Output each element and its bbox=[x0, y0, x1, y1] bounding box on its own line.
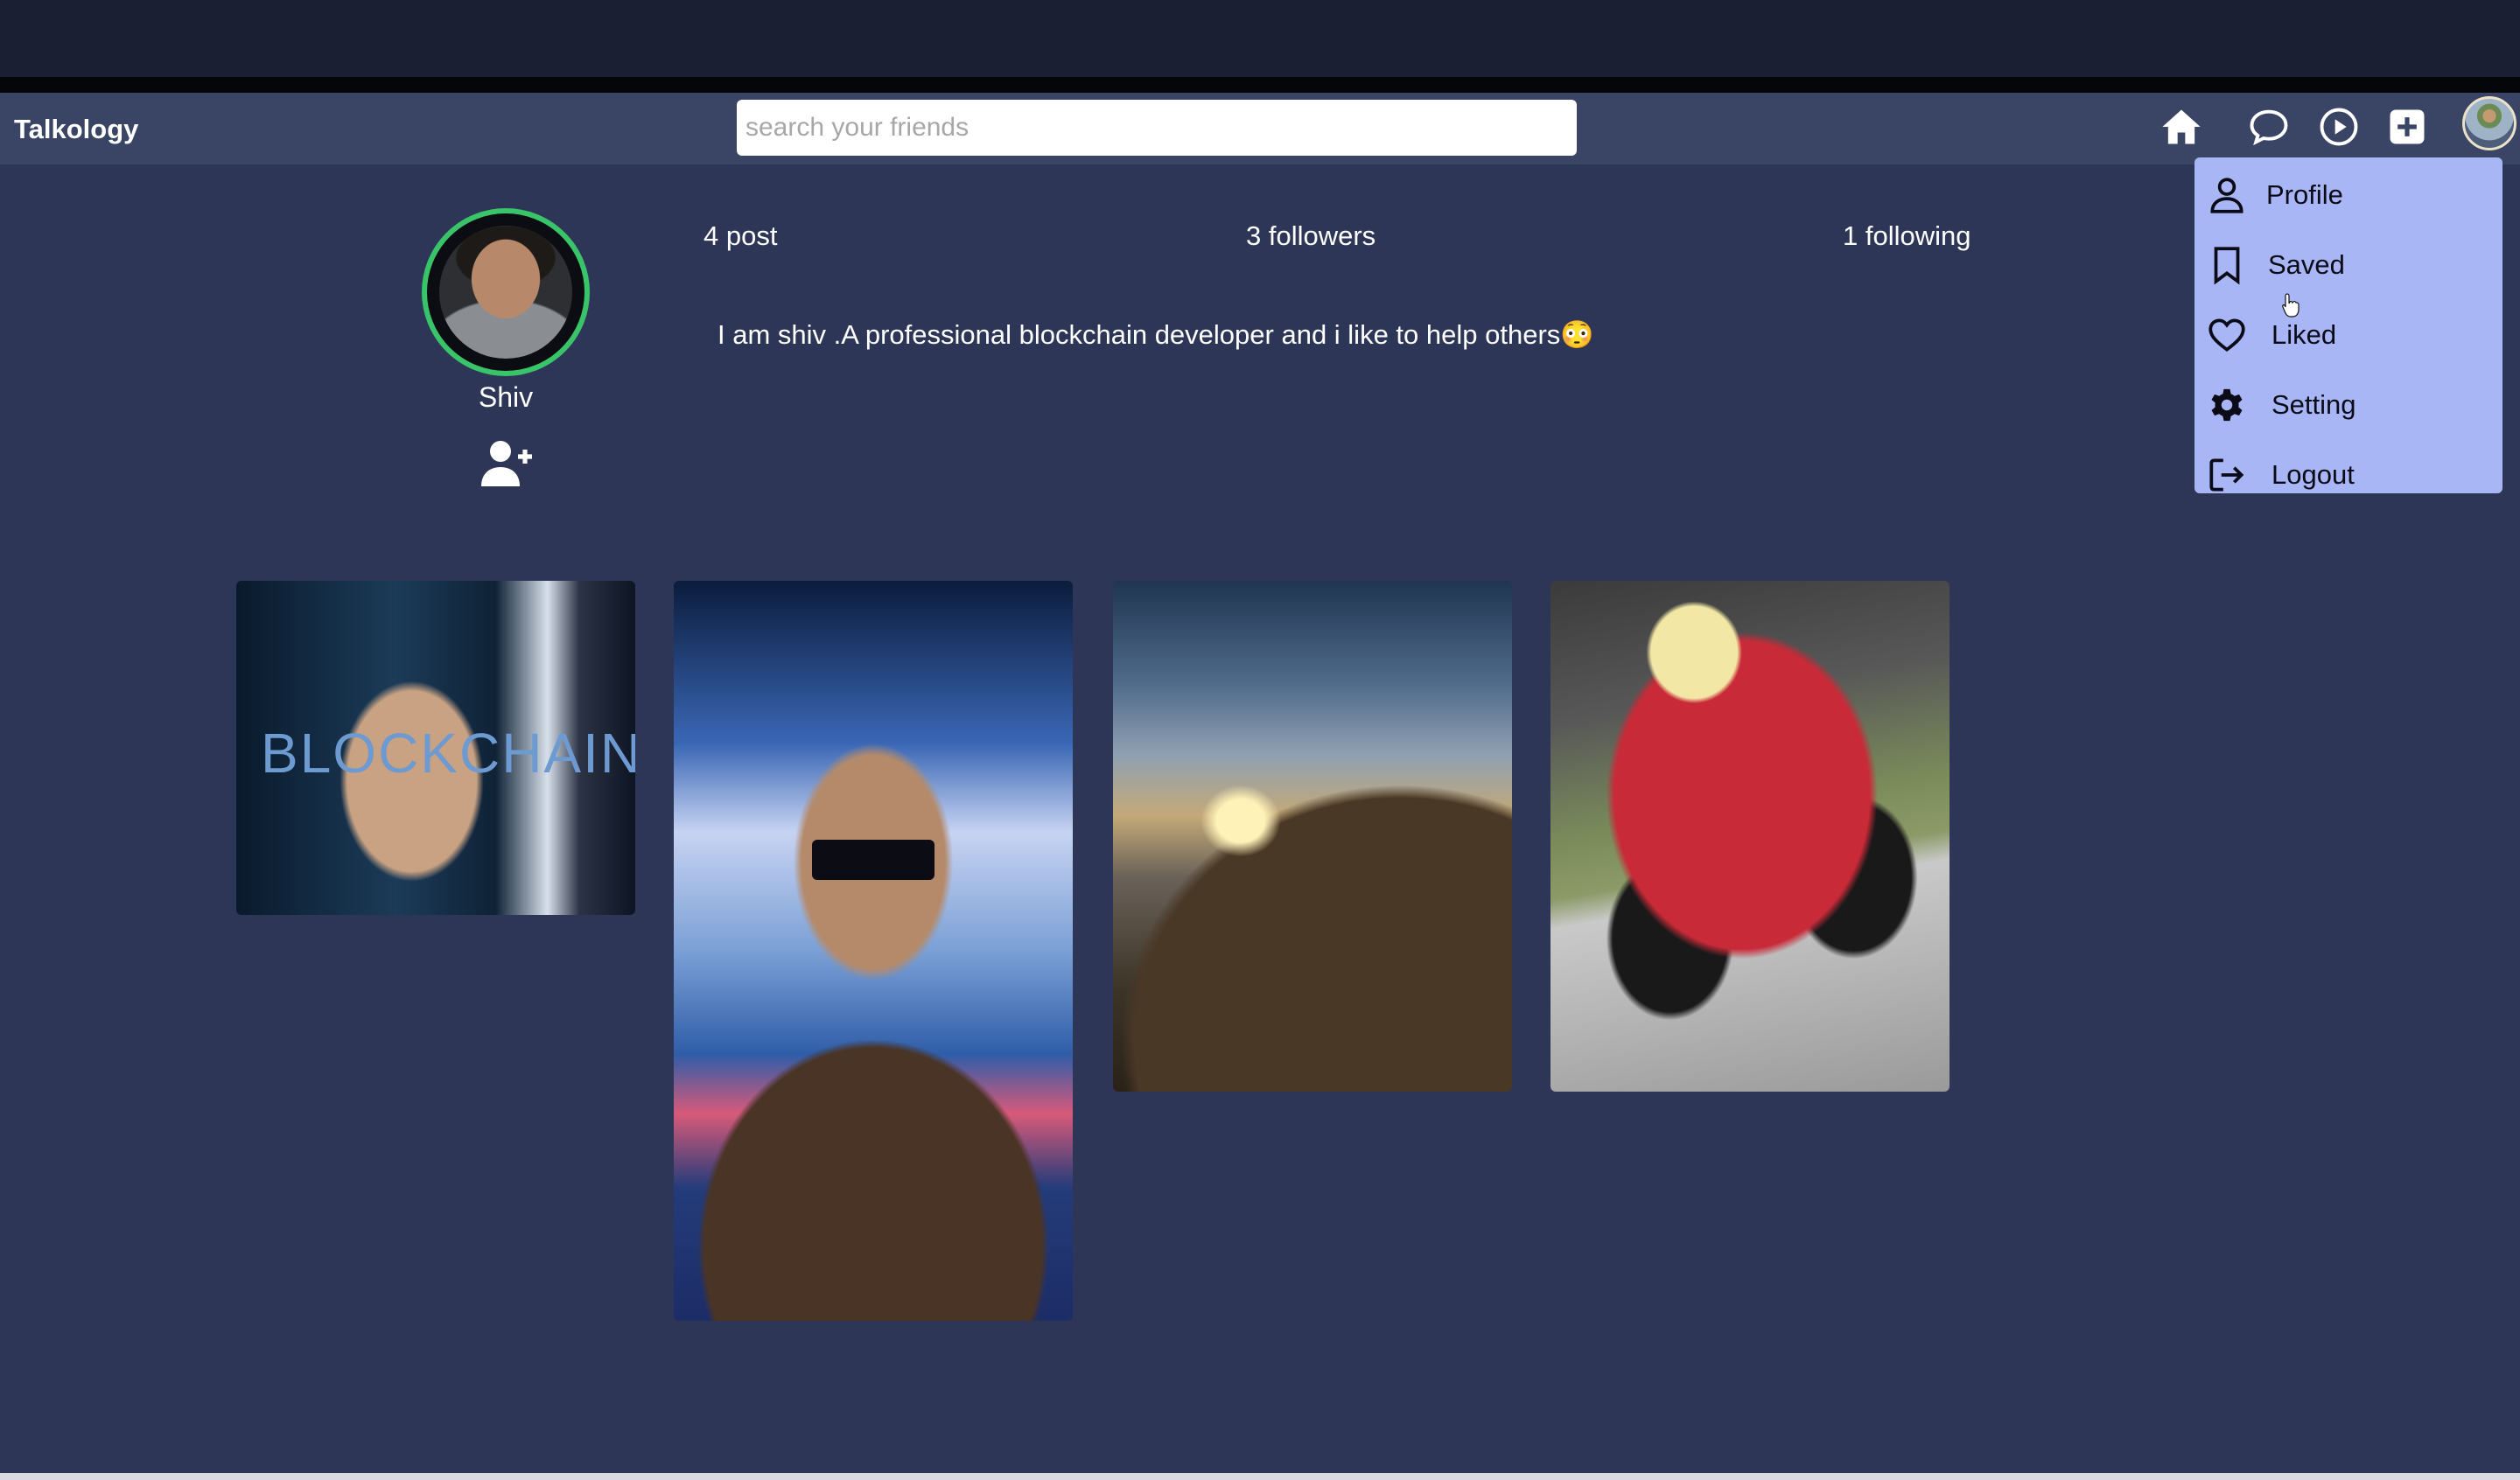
chat-icon[interactable] bbox=[2244, 101, 2294, 152]
profile-avatar[interactable] bbox=[422, 208, 590, 376]
add-friend-icon bbox=[481, 441, 532, 486]
profile-username: Shiv bbox=[478, 381, 534, 413]
window-top-rule bbox=[0, 77, 2520, 93]
menu-item-label: Setting bbox=[2272, 389, 2356, 420]
brand-logo[interactable]: Talkology bbox=[14, 114, 138, 145]
post-count: 4 post bbox=[704, 220, 778, 251]
menu-item-label: Profile bbox=[2266, 179, 2343, 210]
play-icon[interactable] bbox=[2314, 101, 2364, 152]
search-input[interactable] bbox=[737, 100, 1577, 156]
user-avatar[interactable] bbox=[2462, 96, 2516, 150]
logout-icon bbox=[2203, 451, 2250, 499]
user-icon bbox=[2203, 171, 2250, 219]
followers-count[interactable]: 3 followers bbox=[1246, 220, 1376, 252]
navbar: Talkology bbox=[0, 93, 2520, 164]
menu-item-profile[interactable]: Profile bbox=[2194, 164, 2502, 226]
gear-icon bbox=[2203, 381, 2250, 429]
mouse-cursor-icon bbox=[2282, 293, 2300, 318]
menu-item-liked[interactable]: Liked bbox=[2194, 304, 2502, 366]
vr-headset-shape bbox=[812, 840, 934, 880]
window-top-band bbox=[0, 0, 2520, 77]
home-icon[interactable] bbox=[2156, 101, 2207, 152]
menu-item-label: Logout bbox=[2272, 459, 2355, 490]
profile-dropdown-menu: Profile Saved Liked Setting Logout bbox=[2194, 157, 2502, 493]
post-thumbnail-blockchain[interactable]: BLOCKCHAIN bbox=[236, 581, 635, 915]
menu-item-logout[interactable]: Logout bbox=[2194, 444, 2502, 506]
post-caption-text: BLOCKCHAIN bbox=[261, 722, 635, 785]
menu-item-setting[interactable]: Setting bbox=[2194, 374, 2502, 436]
menu-item-label: Saved bbox=[2268, 249, 2345, 280]
following-count[interactable]: 1 following bbox=[1843, 220, 1970, 252]
post-thumbnail-vr-man[interactable] bbox=[674, 581, 1073, 1321]
menu-item-label: Liked bbox=[2272, 319, 2337, 350]
post-thumbnail-motorbike[interactable] bbox=[1550, 581, 1950, 1092]
window-bottom-rule bbox=[0, 1473, 2520, 1480]
add-post-icon[interactable] bbox=[2382, 101, 2432, 152]
bookmark-icon bbox=[2203, 241, 2250, 289]
heart-icon bbox=[2203, 311, 2250, 359]
add-friend-button[interactable] bbox=[476, 437, 536, 490]
post-thumbnail-mountain-sunset[interactable] bbox=[1113, 581, 1512, 1092]
profile-photo bbox=[439, 226, 572, 359]
menu-item-saved[interactable]: Saved bbox=[2194, 234, 2502, 296]
profile-bio: I am shiv .A professional blockchain dev… bbox=[718, 319, 1594, 350]
